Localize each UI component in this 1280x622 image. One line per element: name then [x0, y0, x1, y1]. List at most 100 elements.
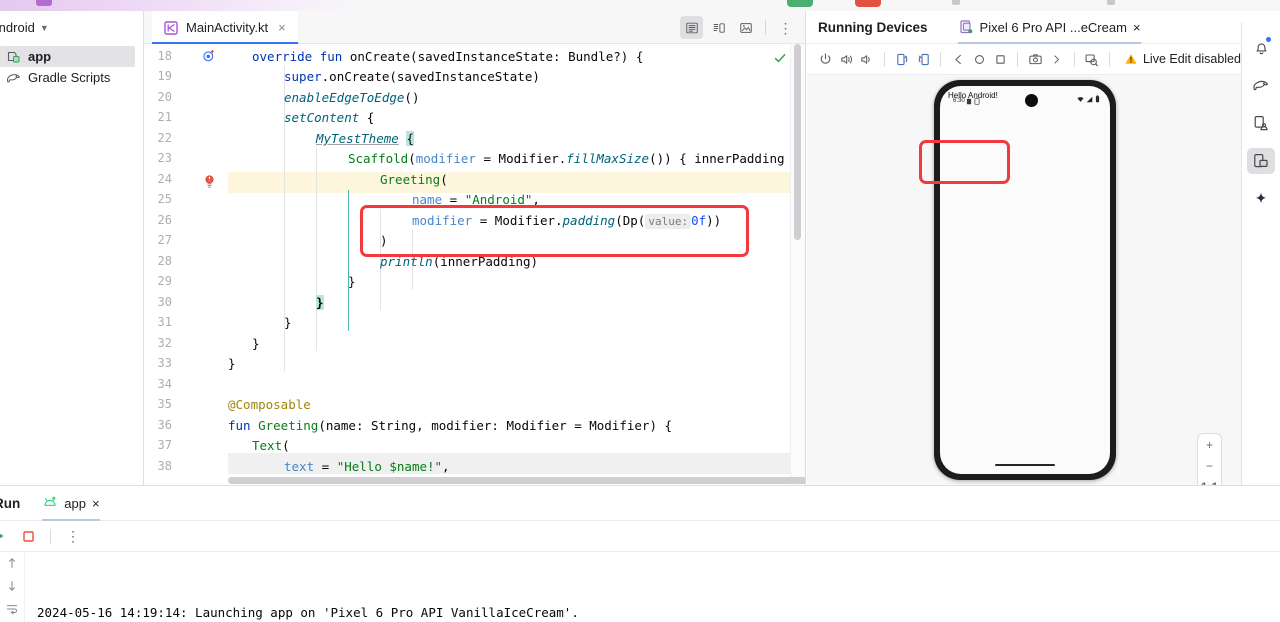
code-line-20: enableEdgeToEdge(): [284, 90, 420, 105]
console-side-actions: [0, 552, 25, 622]
close-icon[interactable]: ×: [278, 20, 286, 35]
running-devices-tool-window: Running Devices Pixel 6 Pro API ...eCrea…: [807, 11, 1241, 485]
device-tab-pixel6pro[interactable]: Pixel 6 Pro API ...eCream ×: [957, 11, 1141, 44]
rotate-right-icon[interactable]: [914, 47, 933, 71]
toolbar-divider: [50, 528, 51, 544]
run-more-options-button[interactable]: ⋮: [61, 524, 85, 548]
gemini-icon: [1255, 192, 1267, 204]
back-icon[interactable]: [949, 47, 968, 71]
run-console-output[interactable]: 2024-05-16 14:19:14: Launching app on 'P…: [25, 552, 1280, 622]
line-number: 34: [157, 377, 172, 391]
code-editor[interactable]: 18 19 20 21 22 23 24 25 26 27 28 29 30 3…: [144, 44, 805, 485]
line-number: 28: [157, 254, 172, 268]
stop-icon: [22, 530, 34, 542]
screen-record-icon[interactable]: [1082, 47, 1101, 71]
run-console-wrap: 2024-05-16 14:19:14: Launching app on 'P…: [0, 552, 1280, 622]
tree-item-gradle-scripts[interactable]: Gradle Scripts: [0, 67, 135, 88]
code-line-22: MyTestTheme {: [316, 131, 414, 146]
scroll-up-icon[interactable]: [5, 556, 19, 570]
titlebar-misc-1[interactable]: [952, 0, 960, 5]
line-number: 37: [157, 438, 172, 452]
editor-vertical-scrollbar[interactable]: [790, 44, 805, 485]
more-chevron-icon[interactable]: [1047, 47, 1066, 71]
device-manager-icon: [1254, 115, 1268, 131]
titlebar-misc-2[interactable]: [1107, 0, 1115, 5]
line-number: 32: [157, 336, 172, 350]
run-tab-app[interactable]: app ×: [42, 486, 100, 521]
android-studio-window: Android ▼ app Gradle Scripts: [0, 0, 1280, 622]
zoom-in-button[interactable]: +: [1198, 439, 1221, 451]
project-view-selector[interactable]: Android ▼: [0, 11, 143, 44]
home-icon[interactable]: [970, 47, 989, 71]
line-number: 27: [157, 233, 172, 247]
live-edit-status[interactable]: Live Edit disabled: [1124, 52, 1241, 66]
toolbar-divider: [940, 51, 942, 67]
split-view-button[interactable]: [707, 16, 730, 39]
stop-run-button[interactable]: [16, 524, 40, 548]
emulator-stage[interactable]: Hello Android! 6:30 + −: [807, 75, 1241, 485]
scrollbar-thumb[interactable]: [794, 44, 801, 240]
emulator-zoom-controls: + − 1:1: [1197, 433, 1222, 485]
zoom-out-button[interactable]: −: [1198, 460, 1221, 472]
volume-down-icon[interactable]: [857, 47, 876, 71]
gemini-button[interactable]: [1247, 186, 1275, 212]
stop-button[interactable]: [855, 0, 881, 7]
status-bar-left-icons: [966, 98, 980, 105]
editor-more-label: ⋮: [778, 19, 793, 36]
toolbar-divider: [884, 51, 885, 67]
code-line-33: }: [228, 356, 236, 371]
code-line-35: @Composable: [228, 397, 311, 412]
run-button[interactable]: [787, 0, 813, 7]
emulator-screen[interactable]: Hello Android! 6:30: [940, 86, 1110, 474]
parameter-hint-number: 0f: [691, 213, 707, 228]
scroll-down-icon[interactable]: [5, 579, 19, 593]
editor-more-button[interactable]: ⋮: [774, 16, 797, 39]
rotate-left-icon[interactable]: [893, 47, 912, 71]
tree-item-app[interactable]: app: [0, 46, 135, 67]
wifi-icon: [1077, 96, 1084, 102]
power-icon[interactable]: [816, 47, 835, 71]
line-number: 36: [157, 418, 172, 432]
emulator-device-frame[interactable]: Hello Android! 6:30: [934, 80, 1116, 480]
device-manager-button[interactable]: [1247, 110, 1275, 136]
code-line-25: name = "Android",: [412, 192, 540, 207]
error-bulb-icon[interactable]: [203, 174, 216, 189]
editor-horizontal-scrollbar[interactable]: [228, 477, 805, 484]
volume-up-icon[interactable]: [837, 47, 856, 71]
line-number: 38: [157, 459, 172, 473]
toolbar-divider: [765, 20, 766, 35]
indent-guide: [316, 148, 317, 351]
notification-icon: [966, 98, 972, 105]
line-number: 23: [157, 151, 172, 165]
gradle-button[interactable]: [1247, 72, 1275, 98]
soft-wrap-icon[interactable]: [5, 602, 19, 616]
app-badge-icon: [974, 98, 980, 105]
notifications-button[interactable]: [1247, 34, 1275, 60]
code-line-24: Greeting(: [380, 172, 448, 187]
inspection-ok-icon[interactable]: [773, 51, 787, 65]
code-line-29: }: [348, 274, 356, 289]
editor-tab-mainactivity[interactable]: MainActivity.kt ×: [152, 11, 298, 44]
code-view-button[interactable]: [680, 16, 703, 39]
overview-icon[interactable]: [991, 47, 1010, 71]
editor-gutter[interactable]: 18 19 20 21 22 23 24 25 26 27 28 29 30 3…: [144, 44, 228, 485]
design-view-button[interactable]: [734, 16, 757, 39]
running-devices-title: Running Devices: [818, 19, 928, 35]
close-icon[interactable]: ×: [92, 496, 100, 511]
running-devices-button[interactable]: [1247, 148, 1275, 174]
override-marker-icon[interactable]: [202, 49, 216, 63]
screenshot-icon[interactable]: [1026, 47, 1045, 71]
titlebar-gradient: [0, 0, 360, 11]
code-content[interactable]: override fun onCreate(savedInstanceState…: [228, 44, 805, 485]
code-line-37: Text(: [252, 438, 290, 453]
code-line-26: modifier = Modifier.padding(Dp(value: 0f)…: [412, 213, 722, 229]
code-view-icon: [685, 22, 698, 33]
code-line-36: fun Greeting(name: String, modifier: Mod…: [228, 418, 673, 433]
gesture-navigation-bar[interactable]: [995, 463, 1055, 466]
line-number: 29: [157, 274, 172, 288]
rerun-button[interactable]: [0, 524, 12, 548]
code-line-38: text = "Hello $name!",: [284, 459, 450, 474]
parameter-hint-value: value:: [645, 214, 692, 229]
editor-tabbar: MainActivity.kt × ⋮: [144, 11, 805, 44]
close-icon[interactable]: ×: [1133, 20, 1141, 35]
